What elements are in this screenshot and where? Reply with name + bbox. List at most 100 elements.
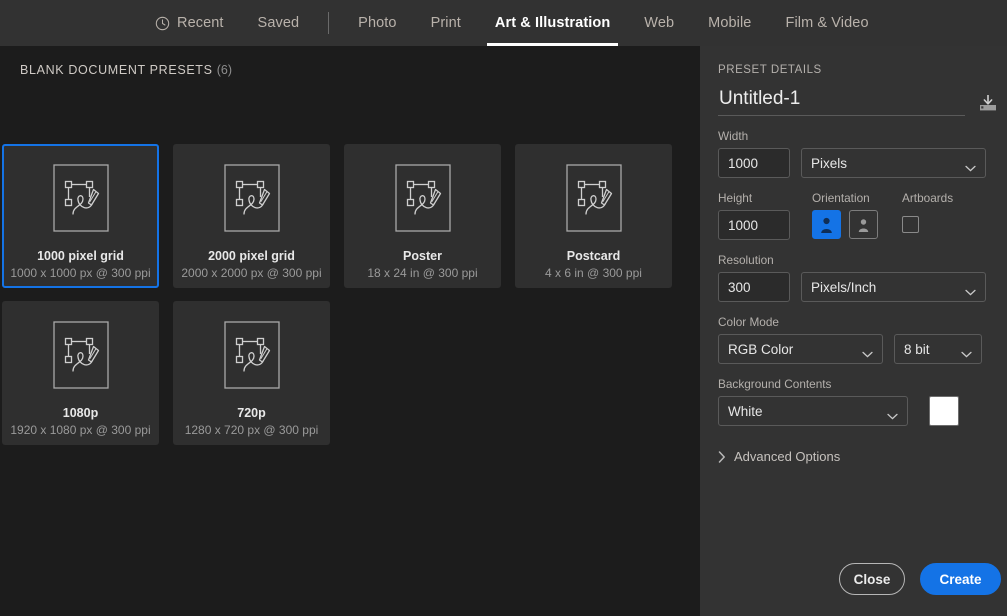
preset-spec: 2000 x 2000 px @ 300 ppi [181,266,322,280]
document-name-input[interactable] [718,88,965,116]
height-input[interactable] [718,210,790,240]
tab-art-and-illustration[interactable]: Art & Illustration [478,0,627,46]
color-mode-value: RGB Color [728,341,794,357]
color-mode-row: Color Mode RGB Color 8 bit [718,315,1001,364]
art-document-icon [52,164,109,232]
tab-label: Photo [358,15,397,31]
artboards-label: Artboards [902,191,954,205]
preset-card[interactable]: 1080p 1920 x 1080 px @ 300 ppi [2,301,159,445]
bit-depth-group: 8 bit [894,315,982,364]
width-group: Width [718,129,790,178]
dialog-body: BLANK DOCUMENT PRESETS (6) 1000 pixel gr… [0,46,1007,616]
units-group: Pixels [801,129,986,178]
preset-name: 720p [237,406,266,420]
resolution-input[interactable] [718,272,790,302]
preset-card[interactable]: 720p 1280 x 720 px @ 300 ppi [173,301,330,445]
width-input[interactable] [718,148,790,178]
color-mode-dropdown[interactable]: RGB Color [718,334,883,364]
tab-divider [328,12,330,34]
orientation-portrait-button[interactable] [812,210,841,239]
chevron-down-icon [965,284,976,295]
tab-photo[interactable]: Photo [341,0,413,46]
height-orientation-artboards-row: Height Orientation [718,191,1001,240]
preset-card[interactable]: Poster 18 x 24 in @ 300 ppi [344,144,501,288]
height-label: Height [718,191,753,205]
advanced-options-label: Advanced Options [734,449,841,464]
units-value: Pixels [811,155,848,171]
tab-label: Saved [257,15,300,31]
new-document-dialog: Recent Saved Photo Print Art & Illustrat… [0,0,1007,616]
preset-grid: 1000 pixel grid 1000 x 1000 px @ 300 ppi [2,144,700,445]
advanced-options-toggle[interactable]: Advanced Options [718,449,1001,464]
resolution-label: Resolution [718,253,774,267]
preset-card[interactable]: 2000 pixel grid 2000 x 2000 px @ 300 ppi [173,144,330,288]
resolution-units-group: Pixels/Inch [801,253,986,302]
chevron-down-icon [862,346,873,357]
artboards-checkbox[interactable] [902,216,919,233]
background-value: White [728,403,763,419]
preset-name: 2000 pixel grid [208,249,295,263]
color-mode-label: Color Mode [718,315,779,329]
dialog-footer: Close Create [839,563,1001,595]
resolution-row: Resolution Pixels/Inch [718,253,1001,302]
clock-icon [155,16,170,31]
units-dropdown[interactable]: Pixels [801,148,986,178]
resolution-units-dropdown[interactable]: Pixels/Inch [801,272,986,302]
tab-web[interactable]: Web [627,0,691,46]
preset-spec: 1280 x 720 px @ 300 ppi [184,423,319,437]
tab-label: Film & Video [785,15,869,31]
art-document-icon [223,321,280,389]
bit-depth-label-spacer [894,315,982,329]
resolution-group: Resolution [718,253,790,302]
tab-print[interactable]: Print [414,0,478,46]
preset-name: Postcard [566,249,621,263]
art-document-icon [565,164,622,232]
tab-mobile[interactable]: Mobile [691,0,768,46]
bit-depth-dropdown[interactable]: 8 bit [894,334,982,364]
create-button[interactable]: Create [920,563,1001,595]
background-group: Background Contents White [718,377,908,426]
presets-pane: BLANK DOCUMENT PRESETS (6) 1000 pixel gr… [0,46,700,616]
preset-card[interactable]: 1000 pixel grid 1000 x 1000 px @ 300 ppi [2,144,159,288]
preset-name: 1000 pixel grid [37,249,124,263]
preset-spec: 4 x 6 in @ 300 ppi [545,266,642,280]
resolution-units-value: Pixels/Inch [811,279,877,295]
document-name-row [718,88,1001,116]
preset-name: Poster [403,249,442,263]
preset-spec: 1000 x 1000 px @ 300 ppi [10,266,151,280]
background-dropdown[interactable]: White [718,396,908,426]
tab-label: Mobile [708,15,752,31]
background-contents-row: Background Contents White [718,377,1001,426]
presets-heading-label: BLANK DOCUMENT PRESETS [20,63,213,77]
chevron-right-icon [718,450,726,463]
chevron-down-icon [965,160,976,171]
tab-label: Art & Illustration [494,15,611,31]
resolution-units-label-spacer [801,253,986,267]
tab-label: Recent [177,15,224,31]
tab-label: Print [430,15,461,31]
width-row: Width Pixels [718,129,1001,178]
chevron-down-icon [887,408,898,419]
save-preset-icon[interactable] [975,90,1001,116]
background-swatch-group [929,377,959,426]
close-button[interactable]: Close [839,563,905,595]
height-group: Height [718,191,790,240]
preset-card[interactable]: Postcard 4 x 6 in @ 300 ppi [515,144,672,288]
tab-recent[interactable]: Recent [138,0,241,46]
category-tab-bar: Recent Saved Photo Print Art & Illustrat… [0,0,1007,46]
chevron-down-icon [961,346,972,357]
background-swatch-label-spacer [929,377,959,391]
artboards-group: Artboards [902,191,953,240]
preset-spec: 1920 x 1080 px @ 300 ppi [10,423,151,437]
orientation-label: Orientation [812,191,870,205]
background-color-swatch[interactable] [929,396,959,426]
tab-label: Web [644,15,675,31]
tab-saved[interactable]: Saved [241,0,317,46]
tab-film-and-video[interactable]: Film & Video [768,0,885,46]
bit-depth-value: 8 bit [904,341,930,357]
orientation-group: Orientation [812,191,878,240]
width-label: Width [718,129,749,143]
presets-heading: BLANK DOCUMENT PRESETS (6) [0,46,700,77]
units-label-spacer [801,129,986,143]
orientation-landscape-button[interactable] [849,210,878,239]
